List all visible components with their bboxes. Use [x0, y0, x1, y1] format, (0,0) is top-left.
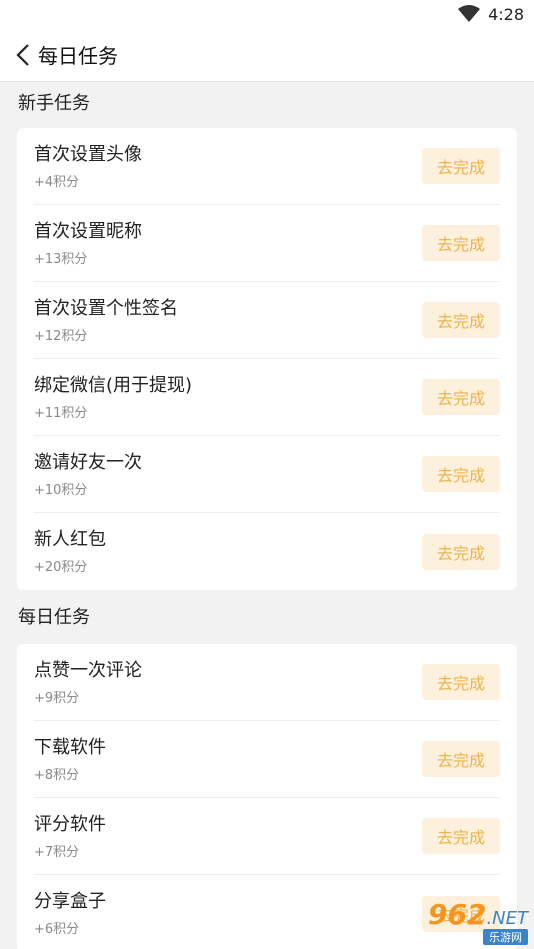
watermark-subtitle: 乐游网	[483, 929, 528, 945]
complete-task-button[interactable]: 去完成	[422, 379, 500, 415]
app-header: 每日任务	[0, 28, 534, 82]
complete-task-button[interactable]: 去完成	[422, 818, 500, 854]
task-row: 首次设置昵称 +13积分 去完成	[34, 205, 500, 282]
task-row: 首次设置个性签名 +12积分 去完成	[34, 282, 500, 359]
task-name: 首次设置个性签名	[34, 297, 178, 319]
task-row: 新人红包 +20积分 去完成	[34, 513, 500, 590]
task-points: +6积分	[34, 922, 80, 937]
task-name: 分享盒子	[34, 891, 106, 912]
task-row: 下载软件 +8积分 去完成	[34, 721, 500, 798]
status-bar: 4:28	[0, 0, 534, 28]
complete-task-button[interactable]: 去完成	[422, 456, 500, 492]
task-row: 邀请好友一次 +10积分 去完成	[34, 436, 500, 513]
section-title-daily: 每日任务	[18, 607, 90, 628]
complete-task-button[interactable]: 去完成	[422, 302, 500, 338]
task-name: 邀请好友一次	[34, 451, 142, 473]
task-points: +11积分	[34, 405, 88, 421]
task-row: 点赞一次评论 +9积分 去完成	[34, 644, 500, 721]
task-name: 首次设置头像	[34, 143, 142, 165]
page-title: 每日任务	[38, 44, 118, 68]
task-name: 下载软件	[34, 736, 106, 758]
status-time: 4:28	[488, 4, 524, 24]
task-row: 评分软件 +7积分 去完成	[34, 798, 500, 875]
task-points: +7积分	[34, 844, 80, 860]
task-row: 首次设置头像 +4积分 去完成	[34, 128, 500, 205]
task-name: 新人红包	[34, 529, 106, 550]
task-name: 首次设置昵称	[34, 220, 142, 242]
task-points: +13积分	[34, 251, 88, 267]
watermark-brand: 962	[427, 898, 487, 931]
complete-task-button[interactable]: 去完成	[422, 664, 500, 700]
section-title-newbie: 新手任务	[18, 93, 90, 114]
complete-task-button[interactable]: 去完成	[422, 741, 500, 777]
task-points: +20积分	[34, 560, 88, 575]
task-card-newbie: 首次设置头像 +4积分 去完成 首次设置昵称 +13积分 去完成 首次设置个性签名 +…	[17, 128, 517, 590]
chevron-left-icon[interactable]	[14, 43, 32, 67]
task-name: 点赞一次评论	[34, 659, 142, 681]
task-points: +9积分	[34, 690, 80, 706]
task-points: +4积分	[34, 174, 80, 190]
watermark-logo: 962.NET 乐游网	[398, 901, 528, 945]
task-points: +8积分	[34, 767, 80, 783]
task-name: 评分软件	[34, 813, 106, 835]
complete-task-button[interactable]: 去完成	[422, 533, 500, 570]
task-points: +12积分	[34, 328, 88, 344]
task-name: 绑定微信(用于提现)	[34, 374, 193, 396]
complete-task-button[interactable]: 去完成	[422, 148, 500, 184]
watermark-suffix: .NET	[486, 908, 528, 929]
task-row: 绑定微信(用于提现) +11积分 去完成	[34, 359, 500, 436]
task-points: +10积分	[34, 482, 88, 498]
wifi-icon	[458, 5, 481, 22]
complete-task-button[interactable]: 去完成	[422, 225, 500, 261]
